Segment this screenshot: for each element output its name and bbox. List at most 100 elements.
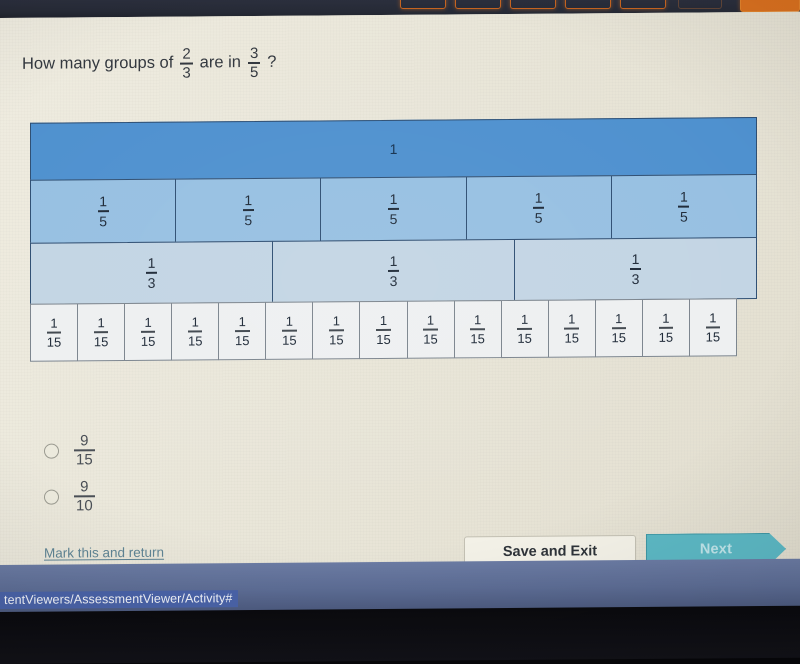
radio-button[interactable] <box>44 489 59 505</box>
fraction-denominator: 15 <box>76 451 93 469</box>
cell-fraction: 1 15 <box>658 310 674 345</box>
fraction-bar <box>329 329 344 332</box>
fraction-denominator: 15 <box>423 331 438 347</box>
fraction-bar <box>388 208 399 210</box>
fraction-bar <box>97 210 109 212</box>
fraction-bar <box>517 328 532 330</box>
cell-fraction: 13 <box>630 251 641 287</box>
model-cell-fifteenths: 1 15 <box>359 300 408 360</box>
fraction-denominator: 15 <box>235 332 250 348</box>
cell-fraction: 1 15 <box>611 311 627 345</box>
fraction-bar <box>46 331 62 334</box>
model-row-fifteenths: 1 15 1 15 1 15 1 15 1 15 1 15 1 15 1 15 1 15 1 15 1 15 1 15 1 15 1… <box>30 298 737 362</box>
assessment-page: How many groups of 2 3 are in 3 5 ? 1 15… <box>0 12 800 569</box>
fraction-denominator: 15 <box>187 333 203 349</box>
whole-label: 1 <box>389 140 398 157</box>
model-cell-thirds: 13 <box>272 238 515 303</box>
cell-fraction: 1 15 <box>705 310 721 344</box>
fraction-denominator: 5 <box>99 212 107 229</box>
model-cell-fifteenths: 1 15 <box>547 299 596 358</box>
model-cell-fifths: 15 <box>465 175 612 241</box>
radio-button[interactable] <box>44 443 59 459</box>
model-cell-fifteenths: 1 15 <box>453 300 502 359</box>
fraction-denominator: 5 <box>389 210 398 227</box>
cell-fraction: 1 15 <box>423 312 438 347</box>
keyboard-key <box>455 0 501 9</box>
fraction-denominator: 15 <box>470 330 485 347</box>
fraction-bar <box>282 329 297 332</box>
fraction-denominator: 3 <box>631 270 640 287</box>
fraction-bar <box>235 330 250 332</box>
fraction-bar <box>564 327 579 330</box>
fraction-numerator: 1 <box>144 315 152 331</box>
fraction-bar <box>705 326 721 329</box>
fraction-denominator: 3 <box>182 64 191 82</box>
fraction-numerator: 1 <box>521 312 529 328</box>
fraction-numerator: 1 <box>97 315 105 331</box>
cell-fraction: 1 15 <box>282 313 297 348</box>
question-fraction-a: 2 3 <box>180 45 193 82</box>
fraction-denominator: 15 <box>517 330 532 346</box>
fraction-numerator: 1 <box>473 312 482 328</box>
model-cell-fifths: 15 <box>30 178 177 244</box>
fraction-numerator: 1 <box>631 251 640 268</box>
fraction-denominator: 3 <box>147 274 156 291</box>
keyboard-key <box>510 0 556 9</box>
fraction-numerator: 1 <box>426 312 435 328</box>
model-cell-thirds: 13 <box>514 237 757 301</box>
fraction-numerator: 1 <box>379 313 388 329</box>
model-cell-fifths: 15 <box>610 174 758 240</box>
fraction-numerator: 1 <box>244 192 253 209</box>
model-row-whole: 1 <box>30 117 757 181</box>
fraction-bar <box>376 329 391 331</box>
fraction-numerator: 1 <box>568 311 576 327</box>
fraction-numerator: 3 <box>249 44 259 63</box>
cell-fraction: 15 <box>388 191 399 227</box>
fraction-denominator: 5 <box>249 63 259 81</box>
keyboard-key <box>740 0 800 12</box>
question-prefix: How many groups of <box>22 53 174 74</box>
fraction-numerator: 1 <box>662 310 670 327</box>
answer-option[interactable]: 9 15 <box>44 427 96 473</box>
model-cell-fifteenths: 1 15 <box>218 301 267 361</box>
model-cell-thirds: 13 <box>30 240 273 305</box>
photo-of-screen: How many groups of 2 3 are in 3 5 ? 1 15… <box>0 0 800 664</box>
fraction-numerator: 1 <box>615 311 623 327</box>
cell-fraction: 15 <box>678 188 690 224</box>
fraction-bar <box>423 328 438 331</box>
fraction-denominator: 15 <box>93 333 109 350</box>
mark-this-and-return-link[interactable]: Mark this and return <box>44 545 164 561</box>
fraction-numerator: 1 <box>389 191 398 208</box>
fraction-numerator: 1 <box>709 310 717 326</box>
fraction-denominator: 15 <box>329 332 344 348</box>
keyboard-key <box>565 0 611 9</box>
fraction-denominator: 5 <box>534 209 543 226</box>
model-cell-fifteenths: 1 15 <box>688 298 737 357</box>
fraction-numerator: 1 <box>285 313 293 330</box>
model-cell-fifteenths: 1 15 <box>406 300 455 359</box>
keyboard-key <box>678 0 722 9</box>
model-cell-whole: 1 <box>30 117 757 181</box>
cell-fraction: 1 15 <box>187 315 203 349</box>
fraction-bar <box>533 206 545 209</box>
model-cell-fifteenths: 1 15 <box>30 303 79 362</box>
fraction-denominator: 15 <box>140 333 156 349</box>
fraction-numerator: 1 <box>680 188 688 205</box>
fraction-denominator: 15 <box>658 329 674 345</box>
fraction-numerator: 1 <box>147 255 156 272</box>
cell-fraction: 13 <box>146 255 157 291</box>
answer-option[interactable]: 9 10 <box>44 473 96 519</box>
fraction-numerator: 1 <box>99 193 107 210</box>
cell-fraction: 1 15 <box>93 315 109 350</box>
fraction-numerator: 2 <box>182 45 191 63</box>
fraction-bar <box>140 331 156 333</box>
fraction-numerator: 1 <box>50 315 58 331</box>
fraction-numerator: 1 <box>389 253 398 270</box>
fraction-bar <box>187 330 203 333</box>
fraction-numerator: 9 <box>80 432 89 450</box>
cell-fraction: 1 15 <box>517 312 532 346</box>
fraction-bar <box>93 331 109 334</box>
model-cell-fifteenths: 1 15 <box>312 301 361 360</box>
keyboard-key <box>620 0 666 9</box>
fraction-denominator: 15 <box>282 332 297 348</box>
